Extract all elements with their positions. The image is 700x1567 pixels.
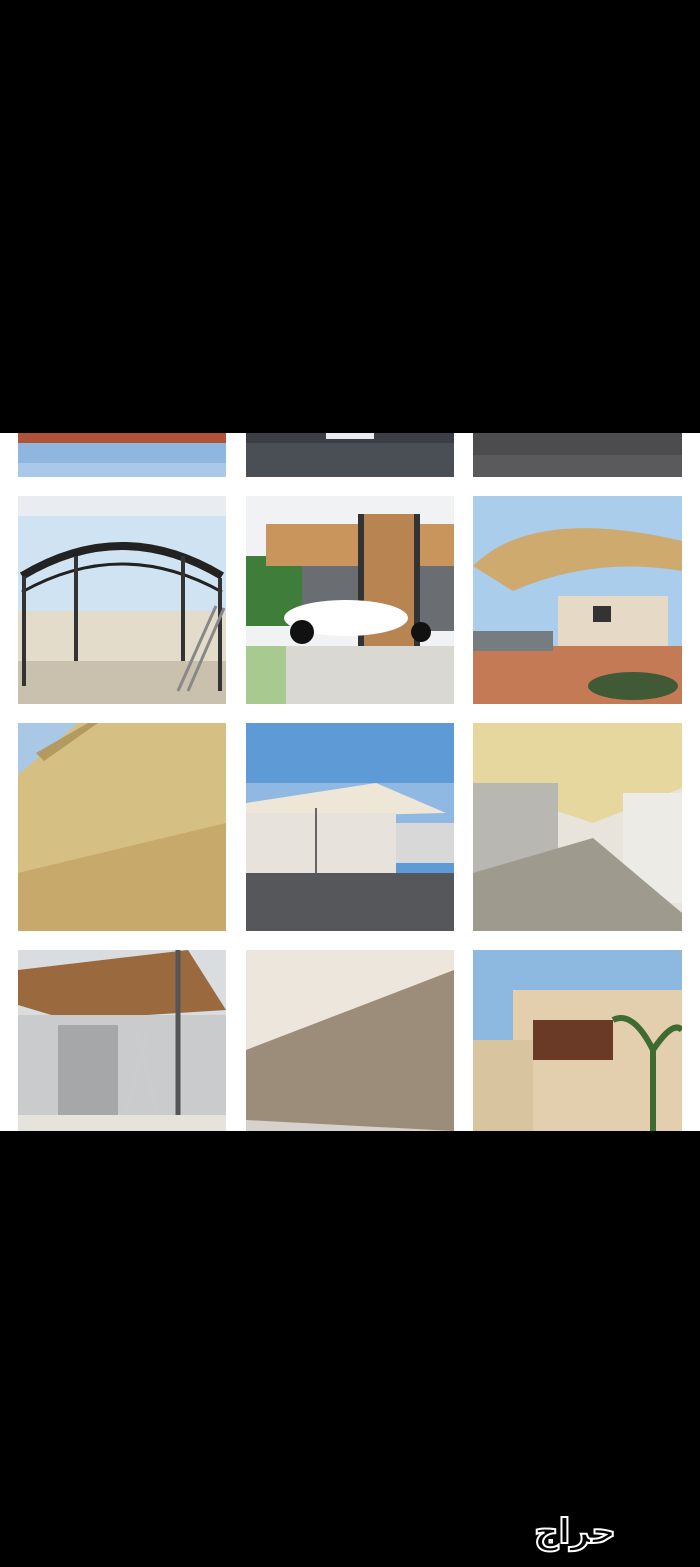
photo-villa-with-palm[interactable]: [473, 950, 682, 1131]
photo-fabric-shade-corridor[interactable]: [473, 723, 682, 931]
photo-flat-car-shade[interactable]: [246, 723, 454, 931]
watermark-text: حراج: [534, 1512, 616, 1552]
photo-red-tile-roof-top[interactable]: [18, 433, 226, 477]
photo-pergola-under-construction[interactable]: [18, 950, 226, 1131]
photo-louvered-wall-panels[interactable]: [246, 950, 454, 1131]
photo-arched-pergola-frame[interactable]: [18, 496, 226, 704]
haraj-watermark-logo: حراج: [460, 1509, 690, 1553]
photo-gray-top[interactable]: [473, 433, 682, 477]
photo-garage-top[interactable]: [246, 433, 454, 477]
photo-wood-lattice-car-shade[interactable]: [246, 496, 454, 704]
photo-beige-wall-cladding[interactable]: [18, 723, 226, 931]
photo-fabric-canopy-parking[interactable]: [473, 496, 682, 704]
photo-grid: [0, 433, 700, 1131]
